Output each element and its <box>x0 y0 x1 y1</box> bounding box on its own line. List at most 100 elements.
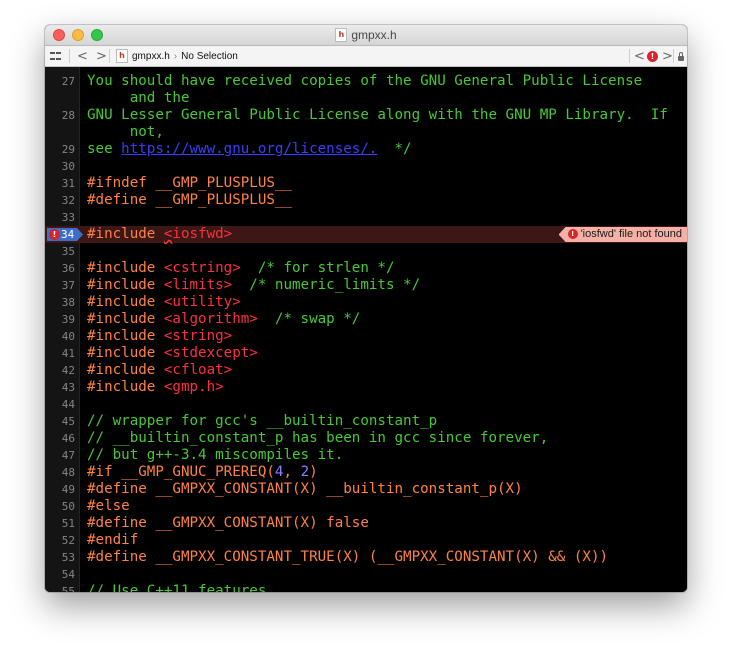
code-line[interactable]: 54 <box>45 566 687 583</box>
code-line[interactable]: 40 #include <string> <box>45 328 687 345</box>
code-text[interactable]: #include <iosfwd> <box>87 226 232 243</box>
code-line[interactable]: 46 // __builtin_constant_p has been in gc… <box>45 430 687 447</box>
line-number[interactable]: 41 <box>45 345 75 362</box>
line-number[interactable]: 44 <box>45 396 75 413</box>
code-text[interactable]: #define __GMP_PLUSPLUS__ <box>87 192 292 209</box>
code-text[interactable]: #else <box>87 498 130 515</box>
code-line[interactable]: 50 #else <box>45 498 687 515</box>
code-text[interactable]: // Use C++11 features <box>87 583 266 592</box>
lock-icon[interactable] <box>678 46 684 66</box>
line-number[interactable]: 38 <box>45 294 75 311</box>
code-line[interactable]: 43 #include <gmp.h> <box>45 379 687 396</box>
code-line[interactable]: 35 <box>45 243 687 260</box>
line-number[interactable]: 30 <box>45 158 75 175</box>
code-line[interactable]: 33 <box>45 209 687 226</box>
code-line[interactable]: 55 // Use C++11 features <box>45 583 687 592</box>
title-bar[interactable]: h gmpxx.h <box>45 25 687 46</box>
related-items-grid-icon[interactable] <box>50 50 61 61</box>
line-number[interactable]: 50 <box>45 498 75 515</box>
line-number[interactable]: 32 <box>45 192 75 209</box>
code-text[interactable]: #define __GMPXX_CONSTANT(X) false <box>87 515 369 532</box>
line-number[interactable]: 54 <box>45 566 75 583</box>
line-number[interactable]: 43 <box>45 379 75 396</box>
code-line[interactable]: 37 #include <limits> /* numeric_limits */ <box>45 277 687 294</box>
breadcrumb-file[interactable]: gmpxx.h <box>132 51 170 62</box>
code-line[interactable]: not, <box>45 124 687 141</box>
code-text[interactable]: see https://www.gnu.org/licenses/. */ <box>87 141 412 158</box>
code-line[interactable]: 30 <box>45 158 687 175</box>
code-text[interactable]: #include <algorithm> /* swap */ <box>87 311 360 328</box>
line-number[interactable]: 28 <box>45 107 75 124</box>
code-line[interactable]: 29 see https://www.gnu.org/licenses/. */ <box>45 141 687 158</box>
code-line[interactable]: 31 #ifndef __GMP_PLUSPLUS__ <box>45 175 687 192</box>
code-text[interactable]: #include <string> <box>87 328 232 345</box>
code-line[interactable]: 47 // but g++-3.4 miscompiles it. <box>45 447 687 464</box>
code-line[interactable]: 53 #define __GMPXX_CONSTANT_TRUE(X) (__GM… <box>45 549 687 566</box>
line-number[interactable]: 35 <box>45 243 75 260</box>
code-line[interactable]: 52 #endif <box>45 532 687 549</box>
error-line-marker[interactable]: ! 34 <box>47 228 83 241</box>
code-line[interactable]: 49 #define __GMPXX_CONSTANT(X) __builtin_… <box>45 481 687 498</box>
code-text[interactable]: GNU Lesser General Public License along … <box>87 107 668 124</box>
code-text[interactable]: #include <cstring> /* for strlen */ <box>87 260 395 277</box>
code-line[interactable]: 41 #include <stdexcept> <box>45 345 687 362</box>
code-text[interactable]: #ifndef __GMP_PLUSPLUS__ <box>87 175 292 192</box>
line-number[interactable]: 42 <box>45 362 75 379</box>
code-line-error[interactable]: ! 34 #include <iosfwd> !'iosfwd' file not f… <box>45 226 687 243</box>
code-text[interactable]: // wrapper for gcc's __builtin_constant_… <box>87 413 437 430</box>
line-number[interactable]: 33 <box>45 209 75 226</box>
code-text[interactable]: not, <box>87 124 164 141</box>
line-number[interactable]: 49 <box>45 481 75 498</box>
code-text[interactable]: #include <cfloat> <box>87 362 232 379</box>
forward-arrow-icon[interactable]: > <box>96 46 107 66</box>
code-text[interactable]: #define __GMPXX_CONSTANT_TRUE(X) (__GMPX… <box>87 549 608 566</box>
line-number[interactable] <box>45 90 75 107</box>
code-text[interactable]: // but g++-3.4 miscompiles it. <box>87 447 343 464</box>
code-line[interactable]: 42 #include <cfloat> <box>45 362 687 379</box>
next-issue-arrow-icon[interactable]: > <box>662 46 673 66</box>
line-number[interactable]: 47 <box>45 447 75 464</box>
line-number[interactable]: 36 <box>45 260 75 277</box>
code-line[interactable]: 51 #define __GMPXX_CONSTANT(X) false <box>45 515 687 532</box>
code-text[interactable]: #include <gmp.h> <box>87 379 224 396</box>
line-number[interactable] <box>45 124 75 141</box>
line-number[interactable]: 40 <box>45 328 75 345</box>
code-line[interactable]: 39 #include <algorithm> /* swap */ <box>45 311 687 328</box>
breadcrumb-selection[interactable]: No Selection <box>181 51 238 62</box>
error-message-bubble[interactable]: !'iosfwd' file not found <box>558 227 687 242</box>
code-line[interactable]: 44 <box>45 396 687 413</box>
code-line[interactable]: 32 #define __GMP_PLUSPLUS__ <box>45 192 687 209</box>
code-line[interactable]: 27 You should have received copies of the… <box>45 73 687 90</box>
line-number[interactable]: 53 <box>45 549 75 566</box>
code-text[interactable]: #include <stdexcept> <box>87 345 258 362</box>
code-text[interactable]: // __builtin_constant_p has been in gcc … <box>87 430 548 447</box>
code-text[interactable]: and the <box>87 90 190 107</box>
license-link[interactable]: https://www.gnu.org/licenses/. <box>121 141 377 157</box>
line-number[interactable]: 29 <box>45 141 75 158</box>
code-text[interactable]: You should have received copies of the G… <box>87 73 642 90</box>
code-line[interactable]: 45 // wrapper for gcc's __builtin_constan… <box>45 413 687 430</box>
line-number[interactable]: 48 <box>45 464 75 481</box>
line-number[interactable]: 37 <box>45 277 75 294</box>
code-line[interactable]: 48 #if __GMP_GNUC_PREREQ(4, 2) <box>45 464 687 481</box>
back-arrow-icon[interactable]: < <box>77 46 88 66</box>
line-number[interactable]: 55 <box>45 583 75 592</box>
code-text[interactable]: #if __GMP_GNUC_PREREQ(4, 2) <box>87 464 318 481</box>
line-number[interactable]: 52 <box>45 532 75 549</box>
line-number[interactable]: 46 <box>45 430 75 447</box>
code-line[interactable]: and the <box>45 90 687 107</box>
line-number[interactable]: 27 <box>45 73 75 90</box>
code-line[interactable]: 28 GNU Lesser General Public License alon… <box>45 107 687 124</box>
source-editor[interactable]: 27 You should have received copies of the… <box>45 67 687 592</box>
line-number[interactable]: 45 <box>45 413 75 430</box>
issue-navigator-error-icon[interactable]: ! <box>647 46 658 66</box>
line-number[interactable]: 31 <box>45 175 75 192</box>
code-text[interactable]: #endif <box>87 532 138 549</box>
line-number[interactable]: 51 <box>45 515 75 532</box>
previous-issue-arrow-icon[interactable]: < <box>634 46 645 66</box>
code-text[interactable]: #include <limits> /* numeric_limits */ <box>87 277 420 294</box>
code-text[interactable]: #define __GMPXX_CONSTANT(X) __builtin_co… <box>87 481 523 498</box>
code-line[interactable]: 36 #include <cstring> /* for strlen */ <box>45 260 687 277</box>
line-number[interactable]: 39 <box>45 311 75 328</box>
code-line[interactable]: 38 #include <utility> <box>45 294 687 311</box>
